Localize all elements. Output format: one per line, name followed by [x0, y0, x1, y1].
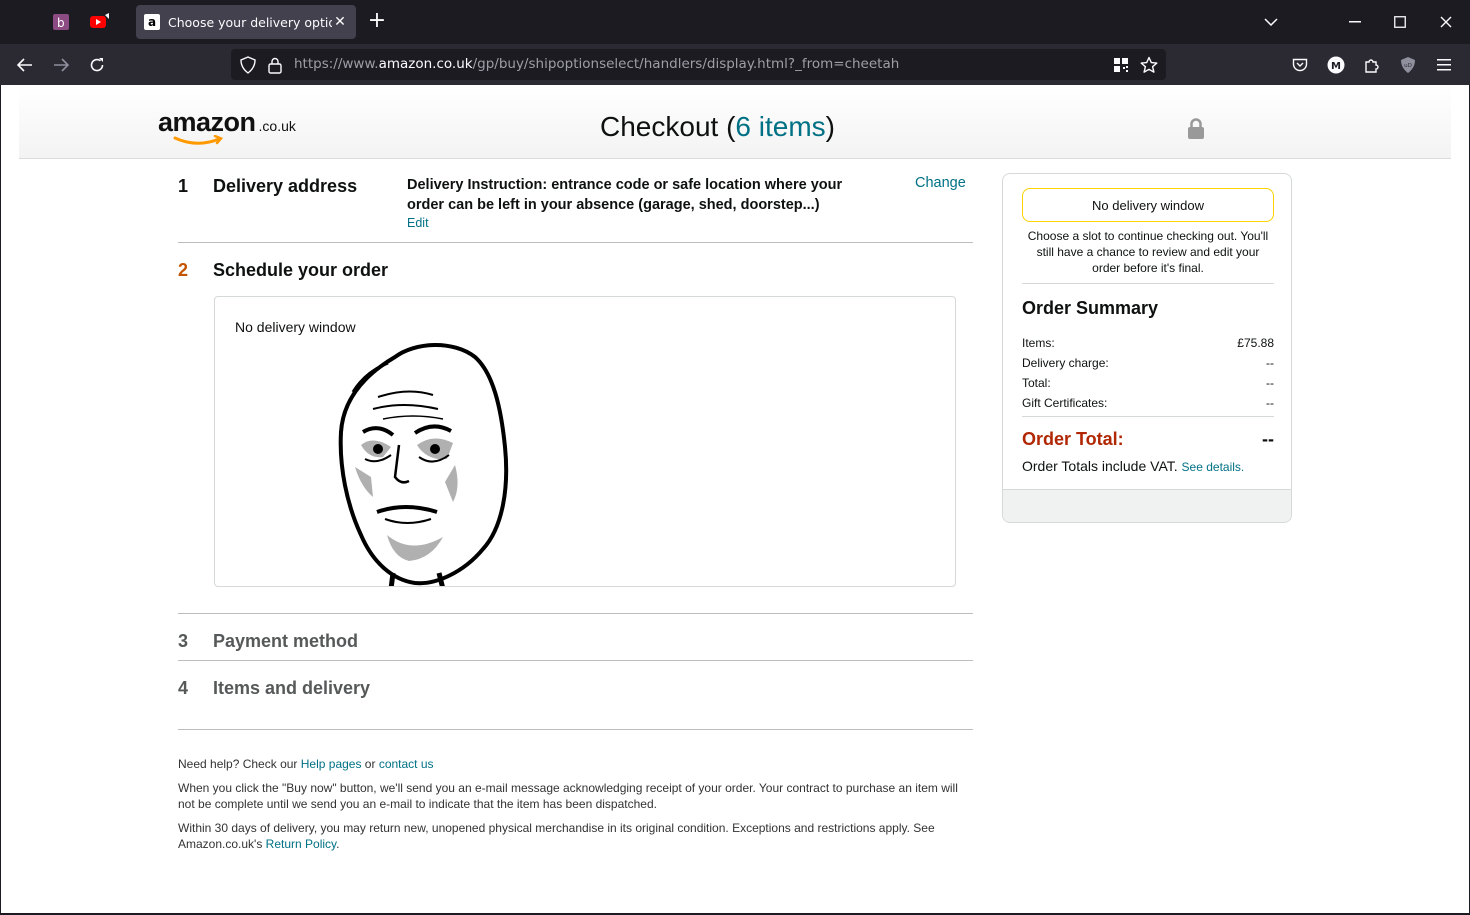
- svg-text:b: b: [57, 16, 65, 30]
- tab-icon: b: [53, 14, 69, 30]
- list-tabs-chevron-icon[interactable]: [1256, 10, 1286, 34]
- maximize-window-icon[interactable]: [1385, 10, 1415, 34]
- vat-note: Order Totals include VAT. See details.: [1022, 458, 1245, 474]
- return-policy-link[interactable]: Return Policy: [266, 837, 336, 851]
- svg-text:uD: uD: [1404, 63, 1412, 69]
- tab-active[interactable]: a Choose your delivery options ✕: [136, 5, 356, 39]
- padlock-icon[interactable]: [265, 55, 285, 75]
- minimize-window-icon[interactable]: [1340, 10, 1370, 34]
- qr-code-icon[interactable]: [1111, 55, 1131, 75]
- extensions-puzzle-icon[interactable]: [1359, 52, 1385, 78]
- buy-now-notice: When you click the "Buy now" button, we'…: [178, 781, 958, 811]
- reload-icon[interactable]: [84, 52, 110, 78]
- no-delivery-window-button[interactable]: No delivery window: [1022, 188, 1274, 222]
- hamburger-menu-icon[interactable]: [1431, 52, 1457, 78]
- summary-footer-bar: [1003, 489, 1291, 522]
- pinned-tab-1[interactable]: b: [50, 11, 72, 33]
- close-tab-icon[interactable]: ✕: [332, 14, 348, 30]
- svg-text:M: M: [1331, 61, 1341, 72]
- help-pages-link[interactable]: Help pages: [301, 757, 362, 771]
- bookmark-star-icon[interactable]: [1139, 55, 1159, 75]
- url-bar[interactable]: https://www.amazon.co.uk/gp/buy/shipopti…: [231, 49, 1166, 80]
- pocket-icon[interactable]: [1287, 52, 1313, 78]
- forward-arrow-icon[interactable]: [48, 52, 74, 78]
- no-delivery-window-text: No delivery window: [235, 319, 356, 335]
- url-text[interactable]: https://www.amazon.co.uk/gp/buy/shipopti…: [294, 56, 899, 72]
- delivery-instruction: Delivery Instruction: entrance code or s…: [407, 177, 843, 213]
- items-count-link[interactable]: 6 items: [735, 111, 825, 142]
- back-arrow-icon[interactable]: [12, 52, 38, 78]
- amazon-smile-icon: [173, 135, 224, 145]
- ublock-origin-icon[interactable]: uD: [1395, 52, 1421, 78]
- summary-row-total: Total: --: [1022, 376, 1274, 390]
- page-viewport: amazon .co.uk Checkout (6 items) 1 Delive…: [1, 85, 1469, 913]
- delivery-window-note: Choose a slot to continue checking out. …: [1027, 229, 1269, 275]
- amazon-logo[interactable]: amazon .co.uk: [158, 107, 328, 149]
- account-avatar[interactable]: M: [1323, 52, 1349, 78]
- youtube-icon: [90, 13, 109, 28]
- divider: [178, 242, 973, 243]
- return-notice: Within 30 days of delivery, you may retu…: [178, 821, 935, 851]
- order-summary-title: Order Summary: [1022, 298, 1159, 318]
- shield-icon[interactable]: [238, 55, 258, 75]
- page-title: Checkout (6 items): [600, 111, 835, 142]
- divider: [1022, 283, 1274, 284]
- secure-lock-icon: [1187, 118, 1205, 145]
- amazon-favicon-icon: a: [144, 14, 160, 30]
- change-address-link[interactable]: Change: [915, 175, 966, 191]
- summary-row-items: Items: £75.88: [1022, 336, 1274, 350]
- close-window-icon[interactable]: [1431, 10, 1461, 34]
- browser-tab-bar: b a Choose your delivery options ✕ +: [0, 0, 1470, 44]
- contact-us-link[interactable]: contact us: [379, 757, 434, 771]
- summary-row-gift: Gift Certificates: --: [1022, 396, 1274, 410]
- browser-nav-bar: https://www.amazon.co.uk/gp/buy/shipopti…: [0, 44, 1470, 85]
- pinned-tab-youtube[interactable]: [90, 11, 112, 33]
- summary-row-delivery: Delivery charge: --: [1022, 356, 1274, 370]
- schedule-panel: No delivery window: [214, 296, 956, 587]
- divider: [1022, 416, 1274, 417]
- order-summary-panel: No delivery window Choose a slot to cont…: [1002, 173, 1292, 523]
- divider: [178, 613, 973, 614]
- tab-title: Choose your delivery options: [168, 14, 332, 30]
- divider: [178, 660, 973, 661]
- help-line: Need help? Check our Help pages or conta…: [178, 757, 434, 771]
- new-tab-button[interactable]: +: [366, 10, 388, 33]
- order-total-row: Order Total: --: [1022, 429, 1274, 449]
- divider: [178, 729, 973, 730]
- see-details-link[interactable]: See details.: [1182, 460, 1245, 474]
- edit-instruction-link[interactable]: Edit: [407, 216, 429, 230]
- okay-face-meme-image: [338, 343, 509, 586]
